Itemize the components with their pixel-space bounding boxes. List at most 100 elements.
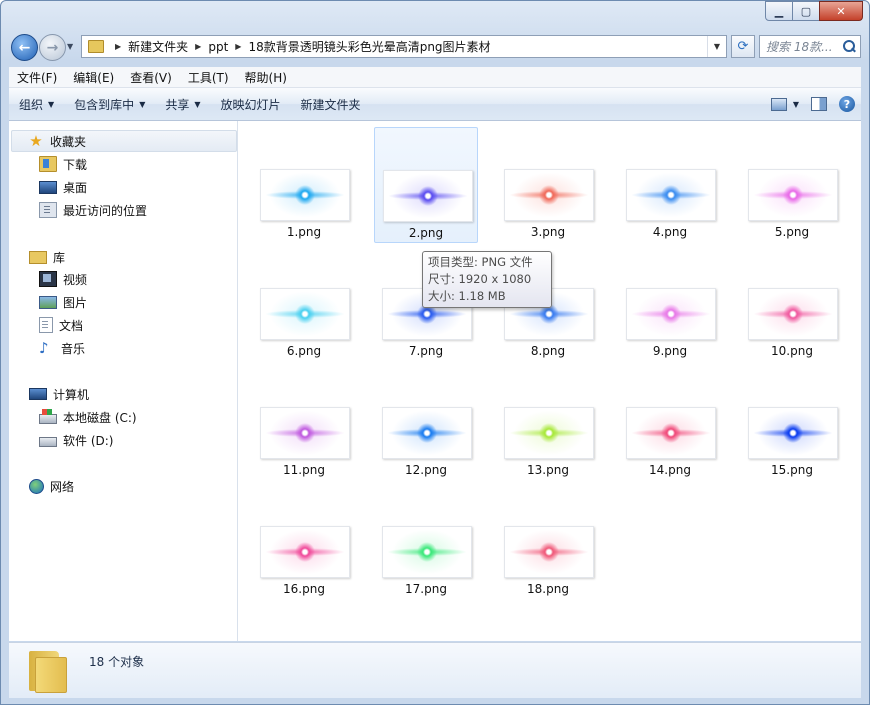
document-icon <box>39 317 53 333</box>
forward-button[interactable]: → <box>39 34 66 61</box>
image-thumbnail <box>260 288 350 340</box>
nav-computer[interactable]: 计算机 <box>29 384 89 404</box>
nav-drive-d-label: 软件 (D:) <box>63 433 114 448</box>
lens-flare-image <box>261 527 349 577</box>
nav-videos[interactable]: 视频 <box>39 269 87 289</box>
file-info-tooltip: 项目类型: PNG 文件 尺寸: 1920 x 1080 大小: 1.18 MB <box>422 251 552 308</box>
file-item[interactable]: 14.png <box>618 365 722 481</box>
file-name: 16.png <box>283 582 325 596</box>
lens-flare-image <box>384 171 472 221</box>
lens-flare-image <box>749 408 837 458</box>
item-count: 18 个对象 <box>89 655 145 669</box>
file-item[interactable]: 4.png <box>618 127 722 243</box>
file-name: 6.png <box>286 344 322 358</box>
tooltip-file-size: 大小: 1.18 MB <box>428 289 506 303</box>
file-item[interactable]: 3.png <box>496 127 600 243</box>
network-icon <box>29 478 44 494</box>
recent-pages-dropdown[interactable]: ▼ <box>67 42 73 51</box>
refresh-button[interactable]: ⟳ <box>731 35 755 58</box>
file-item[interactable]: 9.png <box>618 246 722 362</box>
lens-flare-image <box>627 170 715 220</box>
file-name: 3.png <box>530 225 566 239</box>
organize-button[interactable]: 组织 ▼ <box>9 96 64 113</box>
file-item[interactable]: 17.png <box>374 484 478 600</box>
nav-drive-c[interactable]: 本地磁盘 (C:) <box>39 407 137 427</box>
file-item[interactable]: 6.png <box>252 246 356 362</box>
slideshow-button[interactable]: 放映幻灯片 <box>211 96 291 113</box>
nav-downloads[interactable]: 下载 <box>39 154 87 174</box>
maximize-button[interactable]: ▢ <box>792 1 820 21</box>
file-item[interactable]: 10.png <box>740 246 844 362</box>
address-dropdown-button[interactable]: ▼ <box>706 36 726 57</box>
chevron-right-icon[interactable]: ▶ <box>235 42 241 51</box>
new-folder-button[interactable]: 新建文件夹 <box>291 96 371 113</box>
image-thumbnail <box>260 407 350 459</box>
explorer-window: ▁ ▢ ✕ ← → ▼ ▶ 新建文件夹 ▶ ppt ▶ 18款背景透明镜头彩色光… <box>0 0 870 705</box>
file-name: 2.png <box>408 226 444 240</box>
breadcrumb-item[interactable]: 新建文件夹 <box>128 38 188 55</box>
chevron-right-icon[interactable]: ▶ <box>195 42 201 51</box>
nav-desktop-label: 桌面 <box>63 180 88 195</box>
file-item[interactable]: 13.png <box>496 365 600 481</box>
help-icon[interactable]: ? <box>839 96 855 112</box>
nav-favorites[interactable]: ★ 收藏夹 <box>11 130 237 152</box>
nav-music[interactable]: ♪ 音乐 <box>39 338 85 358</box>
windows-drive-icon <box>39 409 57 424</box>
file-item[interactable]: 12.png <box>374 365 478 481</box>
navigation-pane: ★ 收藏夹 下载 桌面 最近访问的位置 库 视频 图片 文档 ♪ 音乐 计算机 … <box>9 121 238 641</box>
search-icon[interactable] <box>841 39 857 55</box>
preview-pane-icon[interactable] <box>811 97 827 111</box>
nav-drive-d[interactable]: 软件 (D:) <box>39 430 113 450</box>
chevron-right-icon[interactable]: ▶ <box>115 42 121 51</box>
search-box[interactable]: 搜索 18款... <box>759 35 861 58</box>
menu-help[interactable]: 帮助(H) <box>237 69 295 86</box>
nav-recent-label: 最近访问的位置 <box>63 203 148 218</box>
nav-recent-places[interactable]: 最近访问的位置 <box>39 200 147 220</box>
file-item[interactable]: 16.png <box>252 484 356 600</box>
slideshow-label: 放映幻灯片 <box>220 97 281 112</box>
nav-drive-c-label: 本地磁盘 (C:) <box>63 410 137 425</box>
nav-network[interactable]: 网络 <box>29 476 74 496</box>
image-thumbnail <box>260 169 350 221</box>
share-button[interactable]: 共享 ▼ <box>155 96 210 113</box>
image-thumbnail <box>504 169 594 221</box>
minimize-button[interactable]: ▁ <box>765 1 793 21</box>
lens-flare-image <box>627 289 715 339</box>
close-button[interactable]: ✕ <box>819 1 863 21</box>
file-item[interactable]: 11.png <box>252 365 356 481</box>
change-view-icon[interactable] <box>770 97 787 111</box>
view-options-dropdown[interactable]: ▼ <box>793 100 799 109</box>
breadcrumb-item[interactable]: 18款背景透明镜头彩色光晕高清png图片素材 <box>248 38 490 55</box>
menu-file[interactable]: 文件(F) <box>9 69 65 86</box>
file-item[interactable]: 5.png <box>740 127 844 243</box>
refresh-icon: ⟳ <box>737 39 749 54</box>
file-item[interactable]: 18.png <box>496 484 600 600</box>
music-note-icon: ♪ <box>39 339 49 357</box>
lens-flare-image <box>261 289 349 339</box>
arrow-left-icon: ← <box>18 39 31 56</box>
lens-flare-image <box>627 408 715 458</box>
address-bar[interactable]: ▶ 新建文件夹 ▶ ppt ▶ 18款背景透明镜头彩色光晕高清png图片素材 ▼ <box>81 35 727 58</box>
file-item[interactable]: 15.png <box>740 365 844 481</box>
nav-downloads-label: 下载 <box>63 157 88 172</box>
menu-view[interactable]: 查看(V) <box>122 69 180 86</box>
nav-pictures[interactable]: 图片 <box>39 292 87 312</box>
back-button[interactable]: ← <box>11 34 38 61</box>
menu-tools[interactable]: 工具(T) <box>180 69 237 86</box>
organize-label: 组织 <box>19 97 44 112</box>
menu-edit[interactable]: 编辑(E) <box>65 69 122 86</box>
maximize-icon: ▢ <box>800 4 812 18</box>
nav-desktop[interactable]: 桌面 <box>39 177 87 197</box>
file-item[interactable]: 2.png <box>374 127 478 243</box>
breadcrumb-item[interactable]: ppt <box>208 40 228 54</box>
nav-libraries[interactable]: 库 <box>29 247 65 267</box>
file-item[interactable]: 1.png <box>252 127 356 243</box>
search-input[interactable]: 搜索 18款... <box>760 38 841 55</box>
view-controls: ▼ ? <box>770 96 861 112</box>
nav-documents[interactable]: 文档 <box>39 315 83 335</box>
image-thumbnail <box>504 526 594 578</box>
caption-buttons: ▁ ▢ ✕ <box>765 1 863 21</box>
include-in-library-button[interactable]: 包含到库中 ▼ <box>64 96 155 113</box>
nav-libraries-label: 库 <box>53 250 66 265</box>
download-folder-icon <box>39 156 57 172</box>
